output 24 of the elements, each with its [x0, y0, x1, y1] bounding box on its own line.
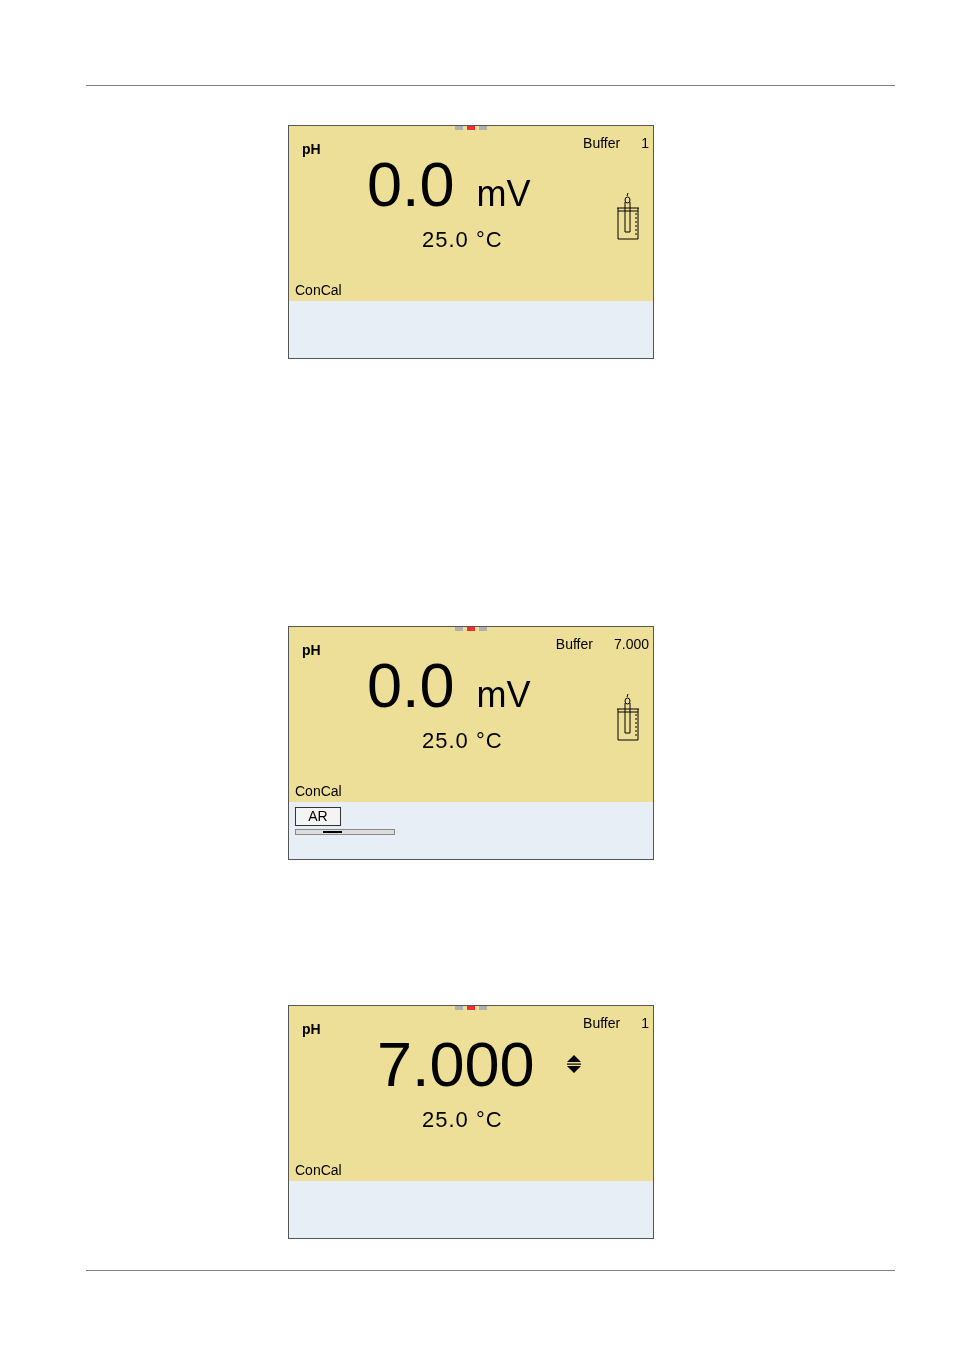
up-down-arrows-icon [566, 1055, 581, 1073]
temperature-value: 25.0 °C [421, 728, 504, 754]
temperature-value: 25.0 °C [421, 227, 504, 253]
channel-label: pH [302, 1021, 321, 1037]
channel-label: pH [302, 642, 321, 658]
buffer-label: Buffer [583, 135, 621, 153]
electrode-beaker-icon [615, 693, 641, 741]
mode-label: ConCal [294, 282, 343, 300]
buffer-label: Buffer [583, 1015, 621, 1033]
buffer-value: 7.000 [613, 636, 649, 654]
unit-label: mV [476, 674, 531, 716]
measured-value: 7.000 [377, 1033, 535, 1095]
buffer-label: Buffer [555, 636, 593, 654]
mode-label: ConCal [294, 783, 343, 801]
measured-value: 0.0 [367, 153, 455, 215]
measured-value: 0.0 [367, 654, 455, 716]
electrode-beaker-icon [615, 192, 641, 240]
buffer-value: 1 [641, 1015, 649, 1033]
unit-label: mV [476, 173, 531, 215]
mode-label: ConCal [294, 1162, 343, 1180]
channel-label: pH [302, 141, 321, 157]
stability-label: AR [295, 807, 341, 826]
temperature-value: 25.0 °C [421, 1107, 504, 1133]
buffer-value: 1 [641, 135, 649, 153]
